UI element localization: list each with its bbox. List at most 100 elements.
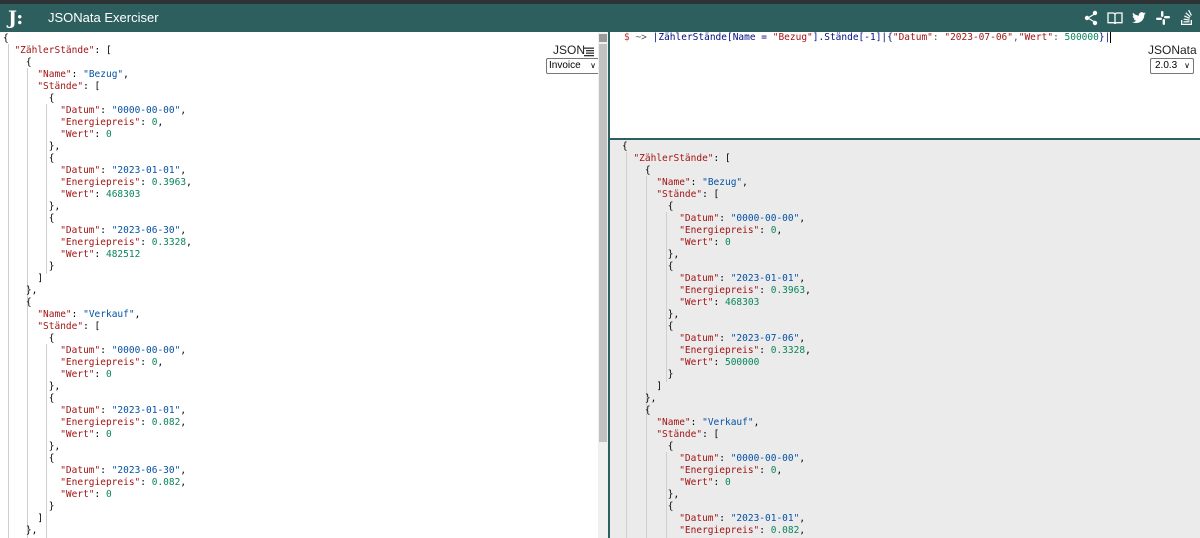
share-icon[interactable] <box>1082 9 1100 27</box>
expression-editor[interactable]: $ ~> |ZählerStände[Name = "Bezug"].Ständ… <box>610 32 1200 138</box>
json-punctuation: { <box>3 93 55 104</box>
input-line: "Name": "Bezug", <box>3 69 192 81</box>
expression-token: : <box>932 32 945 43</box>
json-punctuation: , <box>180 345 187 356</box>
json-key: "Wert" <box>60 369 95 380</box>
json-key: "ZählerStände" <box>633 153 714 164</box>
input-line: }, <box>3 141 192 153</box>
book-icon[interactable] <box>1106 9 1124 27</box>
input-line: }, <box>3 201 192 213</box>
json-string: "2023-06-30" <box>111 465 181 476</box>
input-line: "Stände": [ <box>3 81 192 93</box>
input-line: "Datum": "2023-06-30", <box>3 465 192 477</box>
scroll-up-arrow[interactable] <box>599 34 607 42</box>
format-json-icon[interactable] <box>584 44 594 57</box>
json-input-editor[interactable]: { "ZählerStände": [ { "Name": "Bezug", "… <box>0 32 598 538</box>
json-punctuation: : [ <box>83 321 101 332</box>
json-punctuation: : <box>100 405 112 416</box>
json-punctuation <box>622 417 656 428</box>
json-punctuation: : <box>100 465 112 476</box>
scrollbar-thumb[interactable] <box>599 44 607 442</box>
version-select[interactable]: 2.0.3 ∨ <box>1150 58 1194 74</box>
json-punctuation: , <box>180 165 187 176</box>
json-punctuation <box>622 225 679 236</box>
json-punctuation <box>622 345 679 356</box>
stackoverflow-icon[interactable] <box>1178 9 1196 27</box>
json-number: 0.3328 <box>151 237 187 248</box>
input-scrollbar[interactable] <box>598 32 608 538</box>
json-string: "0000-00-00" <box>111 345 181 356</box>
json-key: "Wert" <box>60 189 95 200</box>
json-punctuation <box>3 69 37 80</box>
result-line: "Wert": 500000 <box>622 357 811 369</box>
result-line: "Energiepreis": 0.3963, <box>622 285 811 297</box>
json-punctuation: : <box>100 345 112 356</box>
json-punctuation: , <box>799 213 806 224</box>
json-punctuation <box>3 405 60 416</box>
json-punctuation <box>3 477 60 488</box>
json-key: "Energiepreis" <box>60 477 141 488</box>
input-line: }, <box>3 285 192 297</box>
result-line: }, <box>622 393 811 405</box>
twitter-icon[interactable] <box>1130 9 1148 27</box>
json-key: "Name" <box>656 177 691 188</box>
slack-icon[interactable] <box>1154 9 1172 27</box>
json-input-code[interactable]: { "ZählerStände": [ { "Name": "Bezug", "… <box>3 33 192 537</box>
json-punctuation: : <box>713 297 725 308</box>
json-punctuation <box>3 309 37 320</box>
result-code: { "ZählerStände": [ { "Name": "Bezug", "… <box>622 141 811 537</box>
result-line: "Stände": [ <box>622 429 811 441</box>
json-punctuation: : <box>140 477 152 488</box>
json-punctuation <box>622 357 679 368</box>
json-key: "Datum" <box>679 513 720 524</box>
input-line: "Wert": 0 <box>3 369 192 381</box>
json-key: "Wert" <box>60 249 95 260</box>
json-punctuation: , <box>123 69 129 80</box>
json-punctuation: { <box>3 297 32 308</box>
json-punctuation: { <box>622 201 674 212</box>
json-punctuation: : <box>100 165 112 176</box>
json-punctuation: }, <box>3 141 61 152</box>
result-line: "Wert": 0 <box>622 477 811 489</box>
expression-token: ].Stände[-1]|{ <box>812 32 893 43</box>
result-line: "Wert": 468303 <box>622 297 811 309</box>
json-punctuation: , <box>799 513 806 524</box>
json-key: "Datum" <box>679 453 720 464</box>
input-line: "Energiepreis": 0.082, <box>3 477 192 489</box>
result-line: { <box>622 441 811 453</box>
json-punctuation: , <box>180 225 187 236</box>
expression-token: "2023-07-06" <box>944 32 1013 43</box>
json-key: "ZählerStände" <box>14 45 95 56</box>
json-string: "Bezug" <box>83 69 124 80</box>
json-punctuation <box>3 45 14 56</box>
json-punctuation <box>622 273 679 284</box>
input-line: }, <box>3 441 192 453</box>
json-punctuation: : <box>100 225 112 236</box>
json-punctuation: : <box>94 129 106 140</box>
json-number: 468303 <box>105 189 141 200</box>
result-line: "Datum": "2023-07-06", <box>622 333 811 345</box>
json-key: "Stände" <box>37 321 84 332</box>
input-line: }, <box>3 525 192 537</box>
json-punctuation: : <box>690 177 703 188</box>
result-panel: { "ZählerStände": [ { "Name": "Bezug", "… <box>610 140 1200 538</box>
json-number: 0 <box>724 237 731 248</box>
json-punctuation <box>622 465 679 476</box>
expression-token: "Datum" <box>892 32 933 43</box>
json-key: "Datum" <box>60 405 101 416</box>
json-key: "Wert" <box>679 297 714 308</box>
json-punctuation: : <box>759 525 771 536</box>
sample-select[interactable]: Invoice ∨ <box>546 58 600 74</box>
expression-token: |ZählerStände[Name = <box>652 32 773 43</box>
input-line: "Datum": "2023-01-01", <box>3 405 192 417</box>
json-punctuation: : [ <box>94 45 112 56</box>
expression-input[interactable]: $ ~> |ZählerStände[Name = "Bezug"].Ständ… <box>624 32 1112 44</box>
input-line: "Energiepreis": 0.3328, <box>3 237 192 249</box>
result-line: } <box>622 369 811 381</box>
json-key: "Wert" <box>60 429 95 440</box>
input-line: { <box>3 333 192 345</box>
json-number: 482512 <box>105 249 141 260</box>
json-key: "Datum" <box>679 273 720 284</box>
json-number: 500000 <box>724 357 760 368</box>
result-line: "Energiepreis": 0.082, <box>622 525 811 537</box>
